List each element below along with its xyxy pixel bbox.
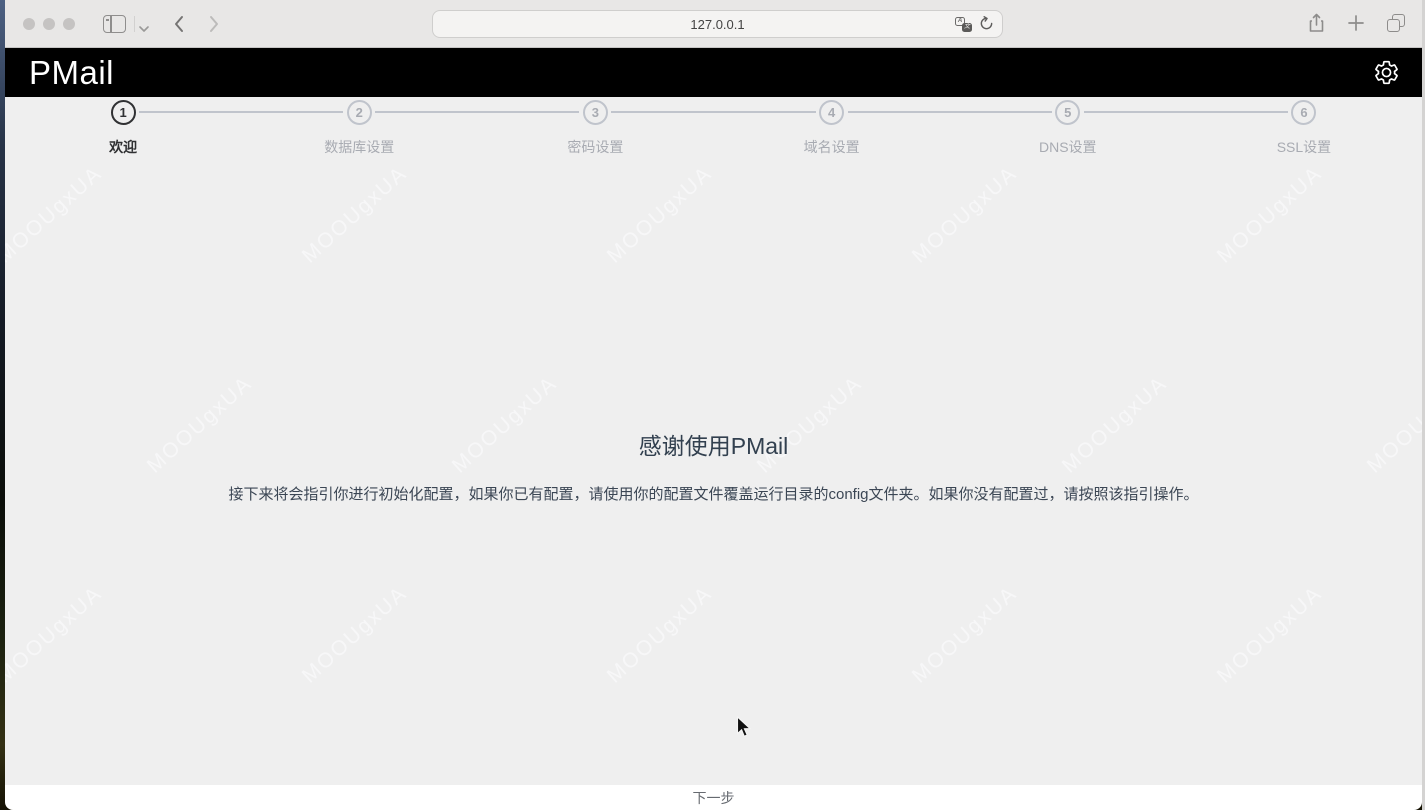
new-tab-icon[interactable] — [1347, 14, 1365, 32]
zoom-window-button[interactable] — [63, 18, 75, 30]
step-welcome: 1 欢迎 — [5, 100, 241, 157]
step-label: SSL设置 — [1277, 137, 1331, 157]
forward-button[interactable] — [208, 15, 220, 33]
step-ssl: 6 SSL设置 — [1186, 100, 1422, 157]
step-circle: 2 — [347, 100, 372, 125]
setup-wizard-page: MOOUgxUAMOOUgxUAMOOUgxUAMOOUgxUAMOOUgxUA… — [5, 97, 1422, 785]
welcome-title: 感谢使用PMail — [5, 427, 1422, 461]
step-database: 2 数据库设置 — [241, 100, 477, 157]
step-circle: 4 — [819, 100, 844, 125]
address-bar[interactable]: 127.0.0.1 A文 — [432, 10, 1003, 38]
traffic-lights — [23, 18, 75, 30]
step-circle: 5 — [1055, 100, 1080, 125]
welcome-panel: 感谢使用PMail 接下来将会指引你进行初始化配置，如果你已有配置，请使用你的配… — [5, 427, 1422, 504]
step-label: 密码设置 — [567, 137, 623, 157]
app-header: PMail — [5, 48, 1422, 97]
translate-icon[interactable]: A文 — [955, 17, 972, 32]
step-circle: 3 — [583, 100, 608, 125]
step-password: 3 密码设置 — [477, 100, 713, 157]
step-label: 域名设置 — [804, 137, 860, 157]
browser-window: 127.0.0.1 A文 PMail — [5, 0, 1422, 810]
step-circle: 1 — [111, 100, 136, 125]
settings-gear-icon[interactable] — [1373, 59, 1400, 86]
toolbar-divider — [134, 16, 135, 32]
app-title: PMail — [29, 56, 114, 89]
step-dns: 5 DNS设置 — [950, 100, 1186, 157]
close-window-button[interactable] — [23, 18, 35, 30]
sidebar-toggle-icon[interactable] — [103, 15, 126, 33]
step-circle: 6 — [1291, 100, 1316, 125]
step-label: 数据库设置 — [324, 137, 394, 157]
reload-icon[interactable] — [979, 16, 994, 32]
step-label: DNS设置 — [1039, 137, 1097, 157]
mouse-cursor — [736, 716, 751, 739]
step-label: 欢迎 — [109, 137, 137, 157]
tab-overview-icon[interactable] — [1387, 14, 1405, 32]
next-step-label: 下一步 — [693, 788, 735, 808]
minimize-window-button[interactable] — [43, 18, 55, 30]
next-step-button[interactable]: 下一步 — [5, 785, 1422, 810]
welcome-description: 接下来将会指引你进行初始化配置，如果你已有配置，请使用你的配置文件覆盖运行目录的… — [5, 483, 1422, 504]
address-bar-url: 127.0.0.1 — [690, 17, 744, 32]
back-button[interactable] — [173, 15, 185, 33]
step-domain: 4 域名设置 — [714, 100, 950, 157]
share-icon[interactable] — [1308, 13, 1325, 33]
browser-toolbar: 127.0.0.1 A文 — [5, 0, 1422, 48]
chevron-down-icon[interactable] — [139, 20, 149, 28]
setup-stepper: 1 欢迎 2 数据库设置 3 密码设置 4 域名设置 5 DNS设置 — [5, 100, 1422, 157]
